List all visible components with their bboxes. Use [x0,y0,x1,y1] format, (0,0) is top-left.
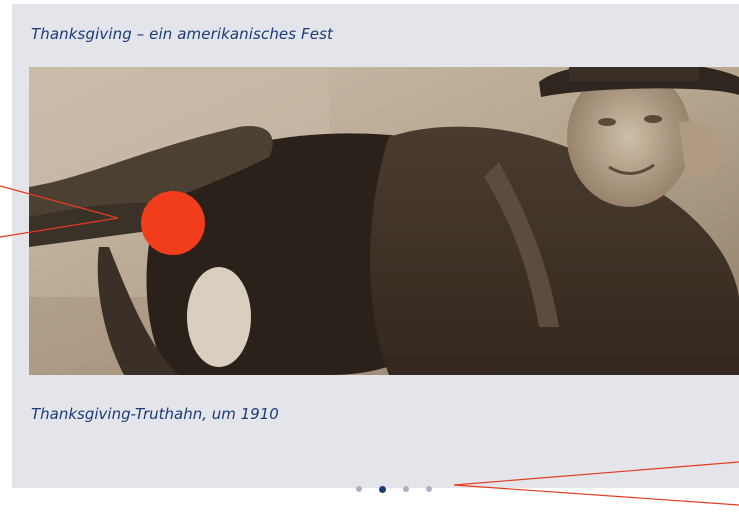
annotation-marker-dot [141,191,205,255]
slide-caption: Thanksgiving-Truthahn, um 1910 [31,405,279,423]
carousel-pagination [356,485,432,493]
pagination-dot-4[interactable] [426,486,432,492]
pagination-dot-3[interactable] [403,486,409,492]
card-title: Thanksgiving – ein amerikanisches Fest [31,25,333,43]
slideshow-card: Thanksgiving – ein amerikanisches Fest T… [12,4,739,493]
pagination-dot-1[interactable] [356,486,362,492]
pagination-dot-2[interactable] [379,485,386,493]
slide-photo[interactable] [29,67,739,375]
